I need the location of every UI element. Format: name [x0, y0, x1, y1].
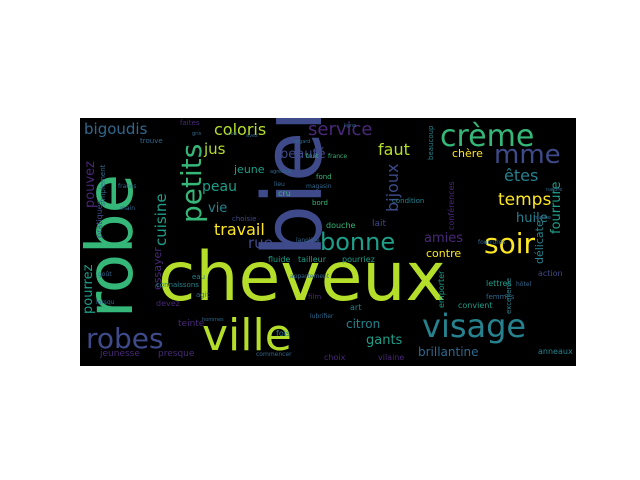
word-lieu: lieu: [274, 181, 285, 188]
word-pourriez: pourriez: [342, 255, 375, 264]
word-anneaux: anneaux: [538, 347, 573, 356]
word-tailleur: tailleur: [298, 255, 326, 264]
word-gants: gants: [366, 333, 403, 348]
word-fruit: fruit: [306, 153, 319, 160]
word-emporter: emporter: [437, 270, 446, 308]
word-douche: douche: [326, 221, 356, 230]
word-eau: eau: [192, 273, 206, 281]
word-fois: fois: [276, 329, 291, 338]
word-trouve: trouve: [140, 137, 163, 145]
word-brillantine: brillantine: [418, 345, 479, 359]
word-vilaine: vilaine: [378, 353, 405, 362]
word-jus: jus: [204, 140, 226, 158]
word-jeune: jeune: [234, 163, 265, 176]
word-magasin: magasin: [306, 183, 332, 190]
word-convient: convient: [458, 301, 493, 310]
word-gout: goût: [98, 271, 112, 278]
word-francs: francs: [118, 183, 137, 190]
word-lubrifier: lubrifier: [310, 313, 334, 320]
word-lanoline: lanoline: [296, 237, 320, 244]
word-contre: contre: [426, 247, 462, 260]
word-simplement: simplement: [99, 164, 107, 206]
word-lorsqu: lorsqu: [96, 299, 115, 306]
word-choix: choix: [324, 353, 346, 362]
word-gris: gris: [192, 131, 202, 137]
word-hotel: hôtel: [516, 281, 532, 288]
word-hommes: hommes: [202, 317, 224, 323]
word-bord: bord: [312, 199, 328, 207]
word-temps: temps: [498, 190, 552, 210]
word-pourrez: pourrez: [81, 264, 96, 314]
word-faites: faites: [180, 119, 200, 127]
word-lait: lait: [372, 219, 387, 229]
word-film: film: [308, 293, 322, 301]
word-cloud: cheveux bien robe ville visage soir crèm…: [80, 118, 576, 366]
word-agreable: agréable: [270, 169, 292, 175]
word-teinte: teinte: [178, 319, 205, 329]
word-ligne: ligne: [344, 123, 357, 129]
word-service: service: [308, 119, 373, 140]
word-cuisine: cuisine: [152, 193, 170, 246]
word-art: art: [350, 303, 362, 312]
word-fond: fond: [316, 173, 332, 181]
word-bigoudis: bigoudis: [84, 120, 148, 138]
word-maline: maline: [534, 215, 551, 221]
word-cou: cou: [228, 131, 237, 137]
word-beaucoup: beaucoup: [427, 125, 435, 161]
word-excellente: excellente: [505, 277, 513, 314]
word-coloris: coloris: [214, 120, 267, 139]
word-commencer: commencer: [256, 351, 292, 358]
word-appartement: appartement: [290, 273, 330, 280]
word-regard: regard: [294, 139, 311, 145]
word-jeunesse: jeunesse: [100, 349, 140, 359]
word-citron: citron: [346, 317, 381, 331]
word-cru: cru: [278, 189, 291, 198]
word-choisie: choisie: [232, 215, 257, 223]
word-vie: vie: [208, 201, 228, 216]
word-fluide: fluide: [268, 255, 291, 264]
word-mme: mme: [494, 140, 561, 170]
word-amies: amies: [424, 231, 464, 246]
word-france: france: [328, 153, 348, 160]
word-fourrures: fourrures: [478, 239, 506, 246]
word-faut: faut: [378, 140, 410, 159]
word-agit: agit: [196, 291, 210, 299]
word-main: main: [120, 205, 135, 212]
word-devez: devez: [156, 299, 180, 308]
word-etes: êtes: [504, 166, 539, 185]
word-connaissons: connaissons: [156, 281, 199, 289]
word-rue: rue: [248, 234, 273, 252]
word-delicate: délicate: [533, 220, 546, 264]
word-nature: nature: [546, 187, 563, 193]
word-condition: condition: [392, 197, 425, 205]
word-presque: presque: [158, 349, 195, 359]
word-chere: chère: [452, 147, 483, 160]
word-peau: peau: [202, 179, 237, 195]
word-visage: visage: [422, 307, 527, 345]
word-action: action: [538, 269, 563, 278]
word-avez: avez: [246, 133, 258, 139]
word-bonne: bonne: [320, 228, 396, 256]
word-conferences: conférences: [447, 181, 456, 230]
word-beaute: beauté: [280, 147, 326, 162]
